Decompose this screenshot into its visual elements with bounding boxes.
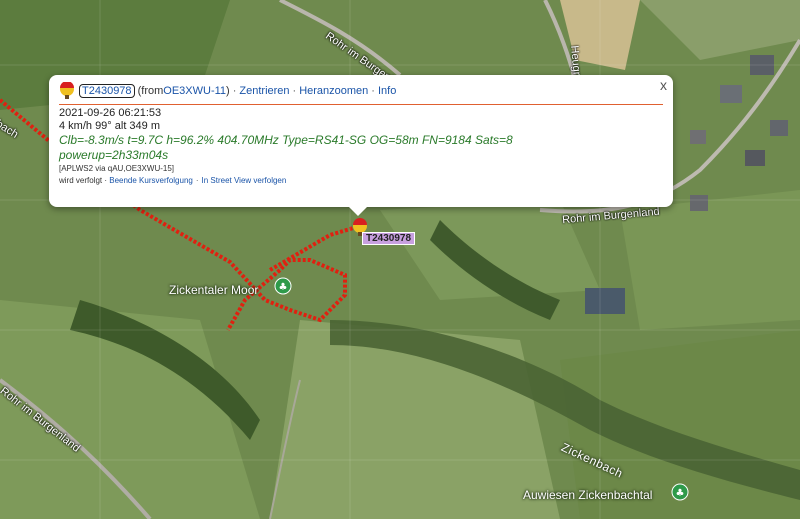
from-station-link[interactable]: OE3XWU-11 [163,85,226,97]
balloon-icon [60,82,74,99]
separator: · [371,85,375,97]
telemetry-comment-cont: powerup=2h33m04s [59,148,169,162]
svg-text:♣: ♣ [676,488,685,499]
divider [59,104,663,105]
place-label: Zickentaler Moor [169,283,259,297]
park-pin-icon: ♣ [274,277,292,295]
zoom-in-link[interactable]: Heranzoomen [299,85,368,97]
from-suffix: ) [226,85,230,97]
tracking-status: wird verfolgt · [59,176,110,185]
callsign-link[interactable]: T2430978 [79,84,135,98]
separator: · [292,85,297,97]
speed-altitude: 4 km/h 99° alt 349 m [59,120,161,132]
packet-path: [APLWS2 via qAU,OE3XWU-15] [59,164,174,173]
tracking-row: wird verfolgt · Beende Kursverfolgung · In… [59,175,663,187]
center-link[interactable]: Zentrieren [239,85,289,97]
timestamp: 2021-09-26 06:21:53 [59,107,162,119]
place-label: Auwiesen Zickenbachtal [523,488,653,502]
svg-text:♣: ♣ [279,282,288,293]
popup-tail [349,207,367,216]
from-prefix: (from [137,85,164,97]
separator: · [195,176,199,185]
close-icon[interactable]: x [660,77,667,93]
popup-header: T2430978 (from OE3XWU-11) · Zentrieren ·… [59,81,663,101]
park-pin-icon: ♣ [671,483,689,501]
stop-tracking-link[interactable]: Beende Kursverfolgung [109,176,193,185]
info-link[interactable]: Info [378,85,396,97]
separator: · [232,85,237,97]
info-window: x T2430978 (from OE3XWU-11) · Zentrieren… [49,75,673,216]
street-view-link[interactable]: In Street View verfolgen [202,176,287,185]
telemetry-comment: Clb=-8.3m/s t=9.7C h=96.2% 404.70MHz Typ… [59,133,513,147]
marker-label[interactable]: T2430978 [362,232,416,245]
